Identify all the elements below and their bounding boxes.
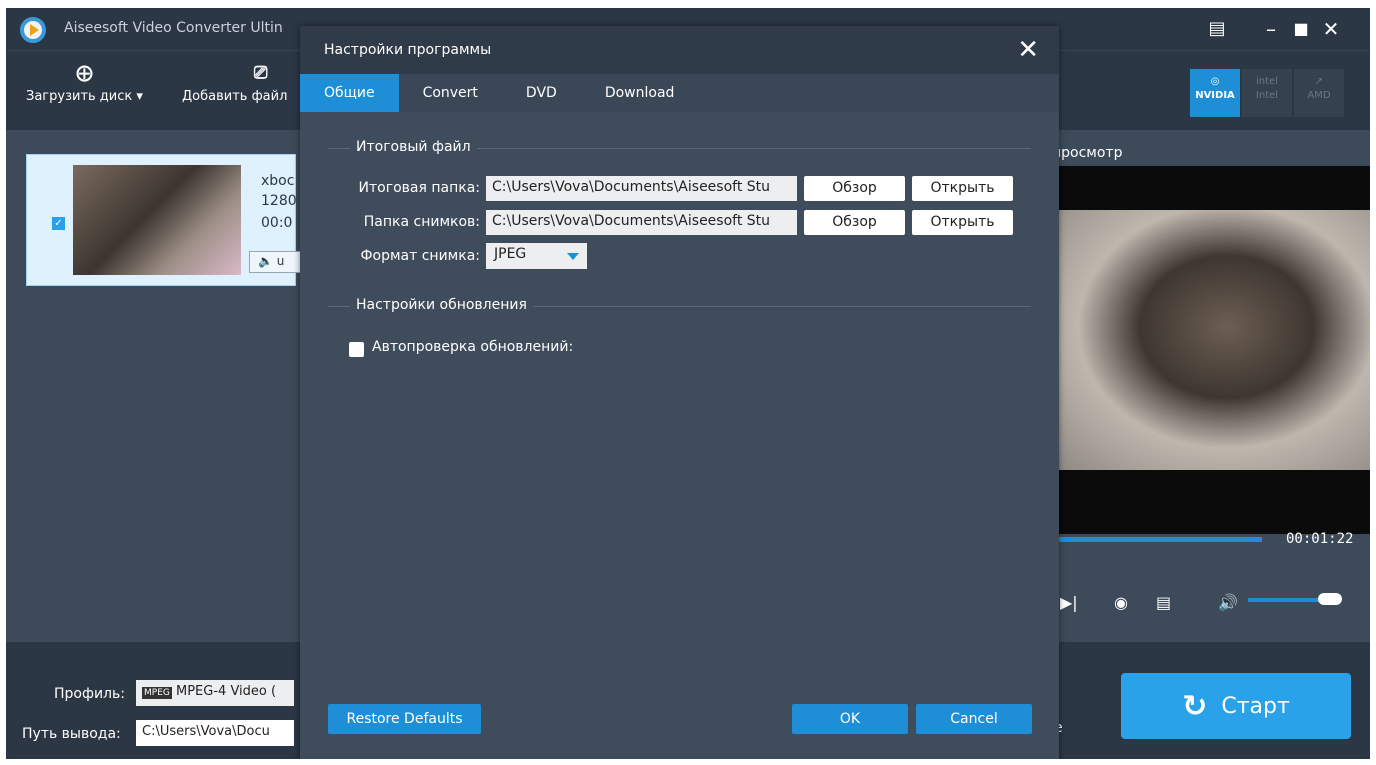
maximize-icon[interactable]: ■ (1288, 16, 1314, 42)
snapshot-icon[interactable]: ◉ (1114, 593, 1128, 612)
gpu-amd-toggle[interactable]: ↗ AMD (1294, 69, 1344, 117)
snapshot-format-label: Формат снимка: (360, 248, 480, 264)
start-button[interactable]: ↻ Старт (1121, 673, 1351, 739)
output-browse-button[interactable]: Обзор (804, 176, 905, 201)
convert-arrows-icon: ↻ (1182, 688, 1208, 724)
gpu-nvidia-label: NVIDIA (1195, 90, 1235, 101)
app-title: Aiseesoft Video Converter Ultin (64, 20, 283, 36)
cancel-button[interactable]: Cancel (916, 704, 1032, 734)
dialog-title: Настройки программы (324, 42, 492, 58)
snapshot-format-select[interactable]: JPEG (486, 243, 587, 269)
tab-dvd[interactable]: DVD (502, 74, 581, 112)
nvidia-eye-icon: ◎ (1210, 76, 1220, 87)
amd-logo-icon: ↗ (1314, 76, 1324, 87)
preview-label: просмотр (1052, 145, 1123, 161)
auto-update-checkbox[interactable] (349, 342, 364, 357)
minimize-icon[interactable]: – (1258, 16, 1284, 42)
restore-defaults-button[interactable]: Restore Defaults (328, 704, 481, 734)
output-folder-label: Итоговая папка: (358, 180, 480, 196)
profile-select[interactable]: MPEG MPEG-4 Video ( (136, 680, 294, 706)
file-list-item[interactable]: ✓ xboc 1280 00:0 🔈 u (26, 154, 309, 286)
output-section-title: Итоговый файл (350, 139, 477, 155)
snapshot-browse-button[interactable]: Обзор (804, 210, 905, 235)
playback-progress[interactable] (1052, 537, 1262, 542)
dialog-header: Настройки программы ✕ (300, 26, 1059, 74)
chevron-down-icon: ▾ (136, 89, 143, 104)
output-path-label: Путь вывода: (22, 726, 121, 742)
ok-button[interactable]: OK (792, 704, 908, 734)
output-open-button[interactable]: Открыть (912, 176, 1013, 201)
update-section-title: Настройки обновления (350, 297, 533, 313)
gpu-accel-group: ◎ NVIDIA intel Intel ↗ AMD (1190, 69, 1344, 117)
profile-value: MPEG-4 Video ( (176, 684, 277, 699)
disc-add-icon: ⨁ (75, 63, 93, 83)
speaker-icon: 🔈 (258, 254, 273, 268)
video-thumbnail (73, 165, 241, 275)
file-add-icon: ⎚ (253, 63, 268, 83)
load-disc-label: Загрузить диск (26, 89, 133, 104)
file-resolution: 1280 (261, 193, 297, 209)
file-checkbox[interactable]: ✓ (52, 217, 65, 230)
snapshot-open-button[interactable]: Открыть (912, 210, 1013, 235)
tab-convert[interactable]: Convert (399, 74, 502, 112)
snapshot-format-value: JPEG (494, 246, 527, 262)
folder-icon[interactable]: ▤ (1156, 593, 1171, 612)
output-folder-field[interactable]: C:\Users\Vova\Documents\Aiseesoft Stu (486, 176, 797, 201)
start-label: Старт (1221, 693, 1290, 719)
audio-track-label: u (276, 254, 285, 268)
close-icon[interactable]: ✕ (1017, 35, 1039, 65)
intel-logo-icon: intel (1256, 76, 1278, 87)
add-file-button[interactable]: ⎚ Добавить файл (182, 63, 287, 104)
app-logo-icon (20, 17, 46, 43)
gpu-intel-label: Intel (1255, 90, 1279, 101)
settings-dialog: Настройки программы ✕ Общие Convert DVD … (300, 26, 1059, 759)
auto-update-label: Автопроверка обновлений: (372, 339, 574, 355)
close-icon[interactable]: ✕ (1318, 16, 1344, 42)
menu-icon[interactable]: ▤ (1204, 16, 1230, 42)
file-name: xboc (261, 173, 295, 189)
volume-icon[interactable]: 🔊 (1218, 593, 1238, 612)
chevron-down-icon (567, 253, 579, 260)
settings-tabs: Общие Convert DVD Download (300, 74, 1059, 112)
load-disc-button[interactable]: ⨁ Загрузить диск ▾ (26, 63, 143, 104)
output-path-field[interactable]: C:\Users\Vova\Docu (136, 720, 294, 746)
gpu-intel-toggle[interactable]: intel Intel (1242, 69, 1292, 117)
playback-time: 00:01:22 (1286, 531, 1354, 547)
tab-general[interactable]: Общие (300, 74, 399, 112)
file-duration: 00:0 (261, 215, 293, 231)
app-window: Aiseesoft Video Converter Ultin ▤ – ■ ✕ … (6, 8, 1370, 759)
preview-frame (1052, 210, 1370, 470)
mpeg-icon: MPEG (142, 687, 172, 699)
next-frame-icon[interactable]: ▶| (1060, 593, 1078, 612)
snapshot-folder-label: Папка снимков: (363, 214, 480, 230)
gpu-nvidia-toggle[interactable]: ◎ NVIDIA (1190, 69, 1240, 117)
tab-download[interactable]: Download (581, 74, 699, 112)
volume-handle[interactable] (1318, 593, 1342, 605)
gpu-amd-label: AMD (1307, 90, 1331, 101)
video-preview (1052, 166, 1370, 534)
profile-label: Профиль: (54, 686, 125, 702)
snapshot-folder-field[interactable]: C:\Users\Vova\Documents\Aiseesoft Stu (486, 210, 797, 235)
add-file-label: Добавить файл (182, 89, 288, 104)
